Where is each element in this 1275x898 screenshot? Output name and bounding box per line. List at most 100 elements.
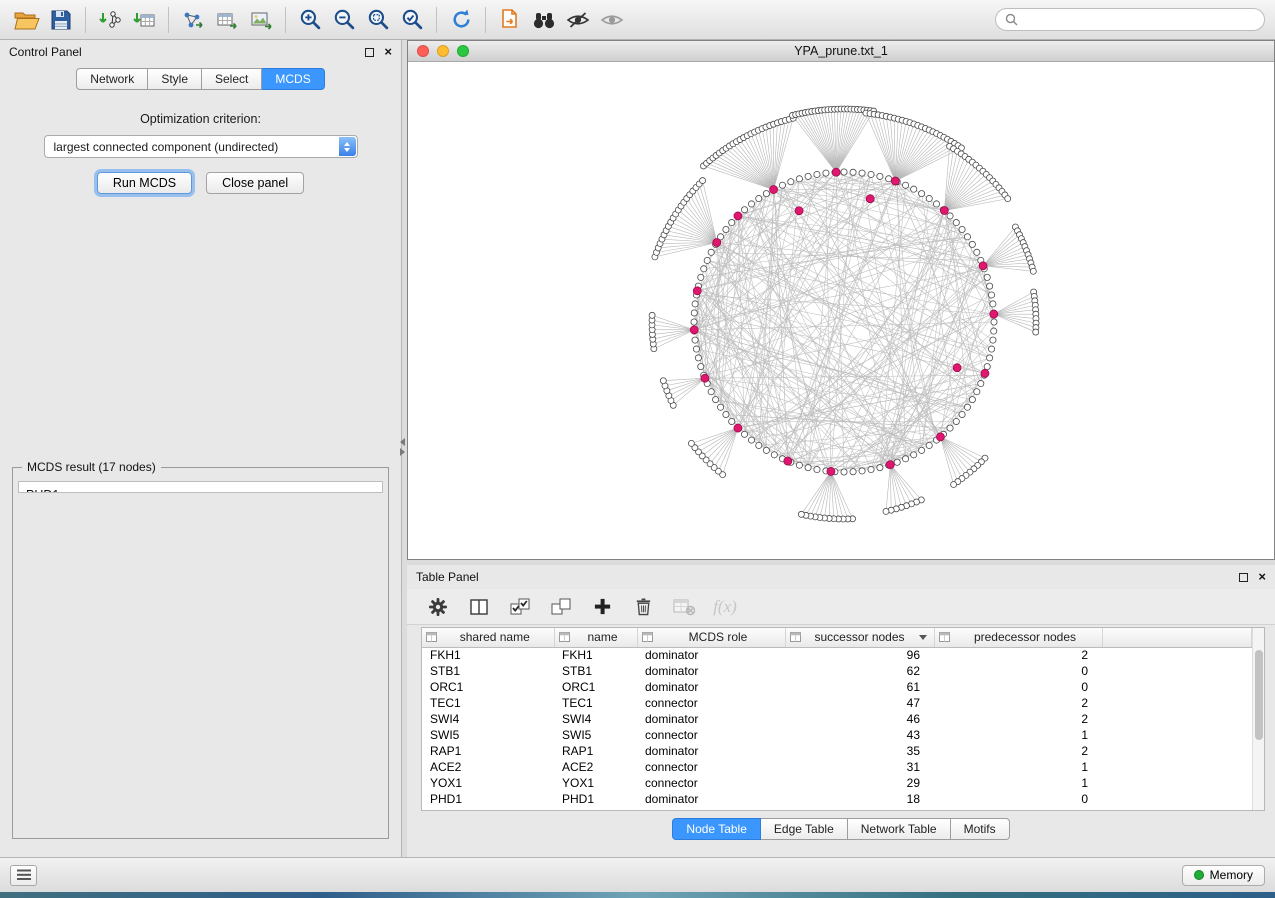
save-session-button[interactable] (44, 4, 78, 36)
application-window: Control Panel × Network Style Select MCD… (0, 0, 1275, 898)
close-table-panel-icon[interactable]: × (1258, 571, 1266, 583)
table-row[interactable]: SWI4SWI4dominator462 (422, 711, 1252, 727)
eye-icon (600, 11, 624, 29)
tab-node-table[interactable]: Node Table (672, 818, 761, 840)
memory-button[interactable]: Memory (1182, 865, 1265, 886)
control-panel-header: Control Panel × (0, 40, 401, 64)
control-panel-title: Control Panel (9, 45, 365, 59)
zoom-out-icon (333, 8, 356, 31)
tab-network-table[interactable]: Network Table (848, 818, 951, 840)
add-column-button[interactable] (589, 593, 615, 621)
float-panel-icon[interactable] (365, 48, 374, 57)
table-row[interactable]: SWI5SWI5connector431 (422, 727, 1252, 743)
column-sort-icon (426, 632, 437, 642)
network-window-title: YPA_prune.txt_1 (408, 44, 1274, 58)
vertical-splitter[interactable] (402, 40, 407, 857)
show-details-button[interactable] (595, 4, 629, 36)
tab-mcds[interactable]: MCDS (262, 68, 324, 90)
export-image-icon (250, 10, 272, 30)
zoom-out-button[interactable] (327, 4, 361, 36)
mcds-node-item[interactable]: PHD1 (26, 487, 375, 493)
table-row[interactable]: ACE2ACE2connector311 (422, 759, 1252, 775)
open-folder-button[interactable] (10, 4, 44, 36)
list-icon (17, 869, 31, 881)
column-header-mcds-role[interactable]: MCDS role (637, 628, 785, 647)
zoom-in-button[interactable] (293, 4, 327, 36)
close-panel-button[interactable]: Close panel (206, 172, 304, 194)
table-row[interactable]: TEC1TEC1connector472 (422, 695, 1252, 711)
export-image-button[interactable] (244, 4, 278, 36)
table-row[interactable]: ORC1ORC1dominator610 (422, 679, 1252, 695)
zoom-fit-button[interactable] (361, 4, 395, 36)
import-network-button[interactable] (93, 4, 127, 36)
toolbar-separator (285, 7, 286, 33)
zoom-selected-button[interactable] (395, 4, 429, 36)
search-field[interactable] (995, 8, 1265, 31)
export-network-button[interactable] (176, 4, 210, 36)
select-all-button[interactable] (507, 593, 533, 621)
minimize-window-icon[interactable] (437, 45, 449, 57)
toolbar-separator (485, 7, 486, 33)
select-all-icon (510, 597, 530, 617)
main-toolbar (0, 0, 1275, 40)
tab-style[interactable]: Style (148, 68, 202, 90)
tab-motifs[interactable]: Motifs (951, 818, 1010, 840)
node-table-body: FKH1FKH1dominator962STB1STB1dominator620… (422, 647, 1252, 807)
tab-select[interactable]: Select (202, 68, 262, 90)
right-column: YPA_prune.txt_1 Table Panel × (407, 40, 1275, 857)
column-header-successor-nodes[interactable]: successor nodes (785, 628, 934, 647)
table-row[interactable]: PHD1PHD1dominator180 (422, 791, 1252, 807)
toggle-panels-button[interactable] (10, 865, 37, 886)
tab-network[interactable]: Network (76, 68, 148, 90)
column-sort-icon (559, 632, 570, 642)
control-panel-tabs: Network Style Select MCDS (0, 68, 401, 90)
search-input[interactable] (1023, 13, 1255, 27)
delete-column-button[interactable] (630, 593, 656, 621)
desktop-background-strip (0, 892, 1275, 898)
network-view-window: YPA_prune.txt_1 (407, 40, 1275, 560)
gear-icon (428, 597, 448, 617)
scrollbar-thumb[interactable] (1255, 650, 1263, 740)
table-row[interactable]: YOX1YOX1connector291 (422, 775, 1252, 791)
table-scrollbar[interactable] (1252, 628, 1264, 810)
search-binoculars-button[interactable] (527, 4, 561, 36)
show-columns-button[interactable] (466, 593, 492, 621)
share-document-button[interactable] (493, 4, 527, 36)
network-canvas[interactable] (408, 62, 1274, 559)
run-mcds-button[interactable]: Run MCDS (97, 172, 192, 194)
table-row[interactable]: FKH1FKH1dominator962 (422, 647, 1252, 663)
column-header-predecessor-nodes[interactable]: predecessor nodes (934, 628, 1102, 647)
close-panel-icon[interactable]: × (384, 46, 392, 58)
search-icon (1005, 13, 1018, 26)
optimization-criterion-label: Optimization criterion: (10, 112, 391, 126)
selected-option-label: largest connected component (undirected) (54, 140, 279, 154)
table-panel-header: Table Panel × (407, 565, 1275, 589)
deselect-all-button[interactable] (548, 593, 574, 621)
refresh-view-button[interactable] (444, 4, 478, 36)
import-table-button[interactable] (127, 4, 161, 36)
splitter-handle-icon (400, 438, 405, 456)
table-toolbar: f(x) (407, 589, 1275, 625)
mcds-result-list[interactable]: PHD1CAR1STP4TID3YOX1SWI4SRD1PMA2FKH1ACE2… (18, 481, 383, 493)
open-folder-icon (14, 10, 40, 30)
tab-edge-table[interactable]: Edge Table (761, 818, 848, 840)
node-table: shared name name MCDS role successor nod… (421, 627, 1265, 811)
close-window-icon[interactable] (417, 45, 429, 57)
toolbar-separator (168, 7, 169, 33)
table-row[interactable]: STB1STB1dominator620 (422, 663, 1252, 679)
maximize-window-icon[interactable] (457, 45, 469, 57)
optimization-criterion-select[interactable]: largest connected component (undirected) (44, 135, 358, 158)
column-header-name[interactable]: name (554, 628, 637, 647)
table-panel-title: Table Panel (416, 570, 1239, 584)
mcds-result-title: MCDS result (17 nodes) (22, 460, 161, 474)
hide-details-button[interactable] (561, 4, 595, 36)
column-sort-icon (939, 632, 950, 642)
toolbar-separator (436, 7, 437, 33)
column-header-shared-name[interactable]: shared name (422, 628, 554, 647)
table-settings-button[interactable] (425, 593, 451, 621)
eye-slash-icon (566, 11, 590, 29)
export-table-button[interactable] (210, 4, 244, 36)
table-row[interactable]: RAP1RAP1dominator352 (422, 743, 1252, 759)
float-table-panel-icon[interactable] (1239, 573, 1248, 582)
network-window-titlebar: YPA_prune.txt_1 (408, 41, 1274, 62)
